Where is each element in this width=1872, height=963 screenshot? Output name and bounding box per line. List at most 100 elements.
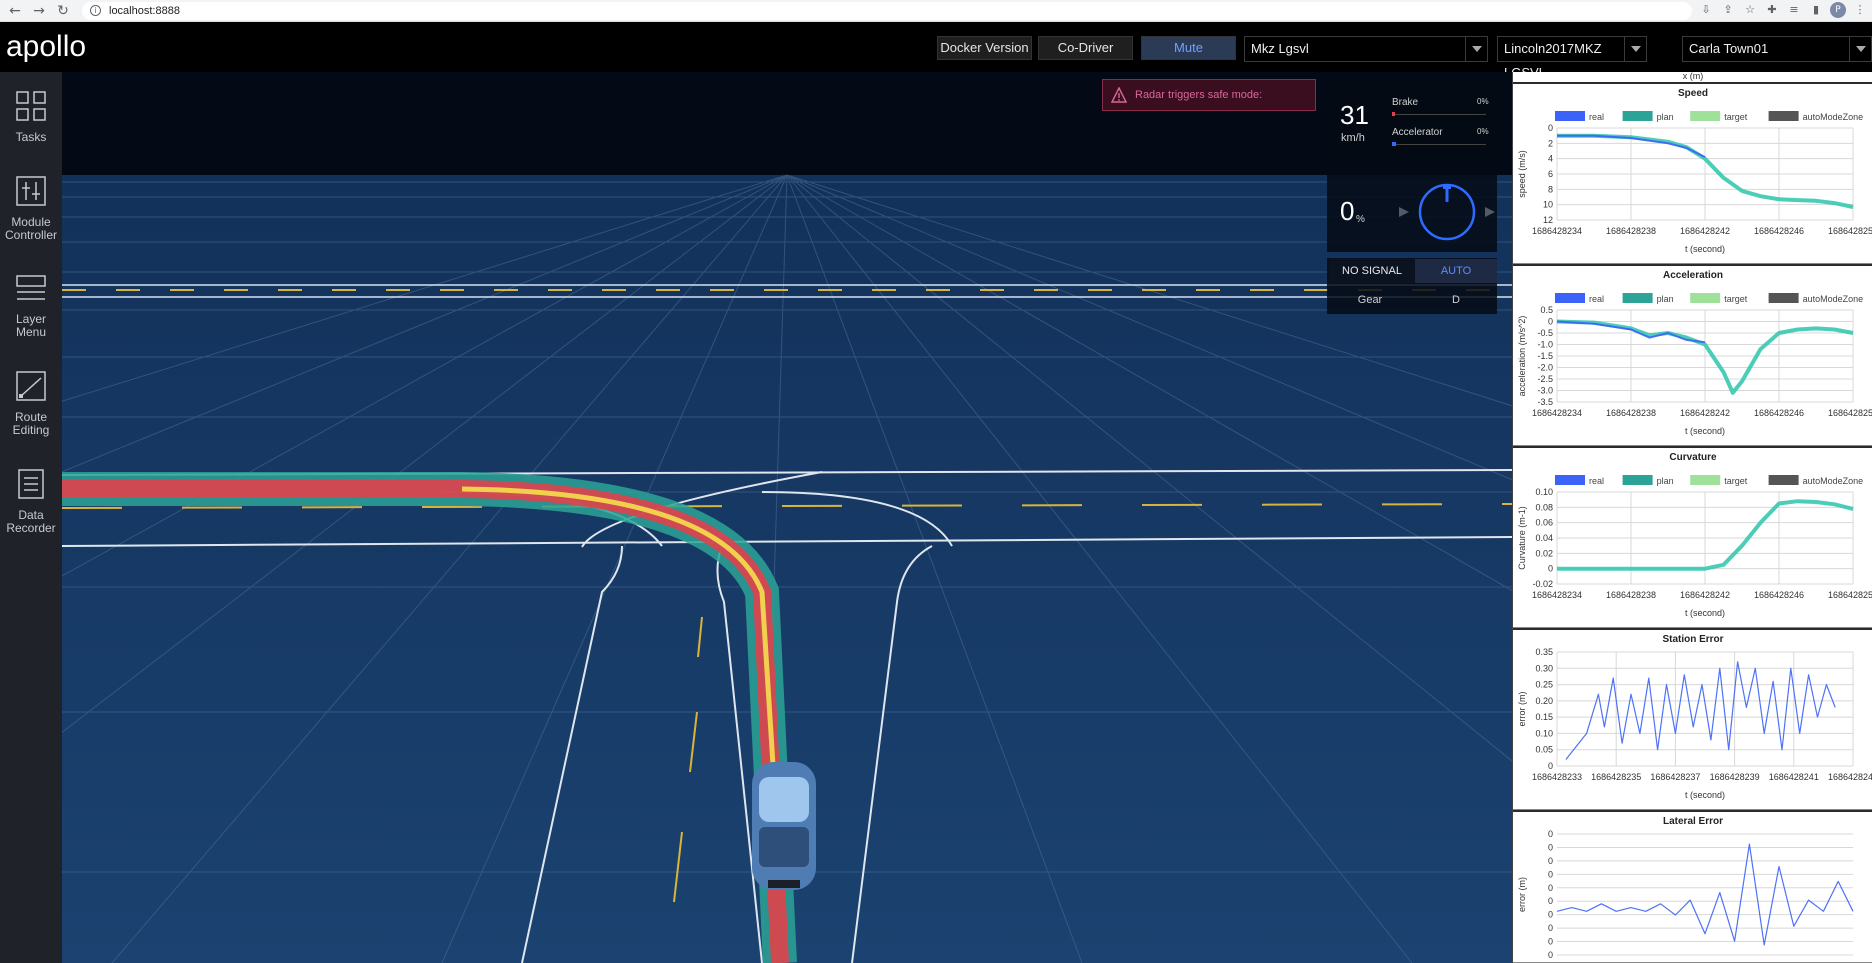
x-tick-label: 1686428234 xyxy=(1532,590,1582,600)
mode-select-value: Mkz Lgsvl xyxy=(1251,41,1309,56)
legend-label: target xyxy=(1724,294,1748,304)
legend-swatch xyxy=(1768,111,1799,121)
y-tick-label: 0.15 xyxy=(1535,712,1553,722)
sidebar: Tasks Module Controller Layer Menu Route… xyxy=(0,72,62,963)
xm-label: x (m) xyxy=(1513,72,1872,82)
x-axis-label: t (second) xyxy=(1685,790,1725,800)
speed-value: 31 xyxy=(1340,100,1369,130)
x-tick-label: 1686428242 xyxy=(1680,590,1730,600)
chevron-down-icon xyxy=(1465,37,1487,61)
x-tick-label: 1686428239 xyxy=(1710,772,1760,782)
sidebar-item-label: Tasks xyxy=(15,130,47,144)
charts-panel[interactable]: x (m) Speed real plan target autoModeZone 0 2 4… xyxy=(1512,72,1872,963)
legend-swatch xyxy=(1768,475,1799,485)
legend-swatch xyxy=(1690,293,1721,303)
x-axis-label: t (second) xyxy=(1685,244,1725,254)
steering-value: 0 xyxy=(1340,196,1355,226)
y-tick-label: 0.08 xyxy=(1535,502,1553,512)
x-tick-label: 1686428242 xyxy=(1680,226,1730,236)
tasks-grid-icon xyxy=(16,91,46,121)
steering-panel: 0 % xyxy=(1327,172,1497,252)
sidebar-item-route-editing[interactable]: Route Editing xyxy=(0,370,62,437)
legend-label: autoModeZone xyxy=(1803,294,1864,304)
star-icon[interactable]: ☆ xyxy=(1742,2,1758,18)
warning-text: Radar triggers safe mode: xyxy=(1135,89,1263,101)
forward-arrow-icon[interactable]: → xyxy=(30,2,48,20)
y-tick-label: 0 xyxy=(1548,829,1553,839)
y-tick-label: -0.5 xyxy=(1537,328,1553,338)
x-tick-label: 1686428235 xyxy=(1591,772,1641,782)
sidebar-item-layer-menu[interactable]: Layer Menu xyxy=(0,272,62,339)
legend-swatch xyxy=(1622,111,1653,121)
y-tick-label: 0 xyxy=(1548,950,1553,960)
reading-list-icon[interactable]: ≡ xyxy=(1786,2,1802,18)
profile-avatar[interactable]: P xyxy=(1830,2,1846,18)
y-tick-label: 10 xyxy=(1543,200,1553,210)
docker-version-button[interactable]: Docker Version xyxy=(937,36,1032,60)
sidebar-item-label: Recorder xyxy=(6,521,56,535)
sidebar-item-label: Editing xyxy=(12,423,50,437)
x-axis-label: t (second) xyxy=(1685,426,1725,436)
document-icon xyxy=(18,469,44,499)
share-icon[interactable]: ⇪ xyxy=(1720,2,1736,18)
y-tick-label: 0 xyxy=(1548,564,1553,574)
x-tick-label: 1686428242 xyxy=(1680,408,1730,418)
y-tick-label: 2 xyxy=(1548,138,1553,148)
info-icon[interactable]: i xyxy=(90,5,101,16)
chart-lateral-error: Lateral Error 0 0 0 0 0 0 0 0 0 0 error (m) xyxy=(1513,812,1872,963)
y-tick-label: 0 xyxy=(1548,317,1553,327)
x-tick-label: 1686428250 xyxy=(1828,590,1872,600)
sidebar-item-label: Controller xyxy=(4,228,58,242)
signal-indicator: NO SIGNAL xyxy=(1329,259,1415,283)
y-tick-label: -2.5 xyxy=(1537,374,1553,384)
route-edit-icon xyxy=(16,371,46,401)
menu-kebab-icon[interactable]: ⋮ xyxy=(1852,2,1868,18)
install-icon[interactable]: ⇩ xyxy=(1698,2,1714,18)
y-tick-label: 0.25 xyxy=(1535,680,1553,690)
vehicle-select[interactable]: Lincoln2017MKZ LGSVL xyxy=(1497,36,1647,80)
url-text: localhost:8888 xyxy=(109,4,180,17)
back-arrow-icon[interactable]: ← xyxy=(6,2,24,20)
y-tick-label: 0.10 xyxy=(1535,728,1553,738)
legend-label: autoModeZone xyxy=(1803,112,1864,122)
reload-icon[interactable]: ↻ xyxy=(54,2,72,20)
apollo-logo: apollo xyxy=(6,30,87,63)
co-driver-button[interactable]: Co-Driver xyxy=(1038,36,1133,60)
y-tick-label: 0.02 xyxy=(1535,548,1553,558)
x-axis-label: t (second) xyxy=(1685,608,1725,618)
sidebar-item-tasks[interactable]: Tasks xyxy=(0,90,62,144)
accelerator-label: Accelerator xyxy=(1392,127,1443,138)
chart-curvature: Curvature real plan target autoModeZone 0.10 0… xyxy=(1513,448,1872,628)
scene-3d-view[interactable] xyxy=(62,72,1512,963)
y-tick-label: 8 xyxy=(1548,184,1553,194)
side-panel-icon[interactable]: ▮ xyxy=(1808,2,1824,18)
sidebar-item-data-recorder[interactable]: Data Recorder xyxy=(0,468,62,535)
y-tick-label: 4 xyxy=(1548,154,1553,164)
y-tick-label: 0 xyxy=(1548,937,1553,947)
legend-label: plan xyxy=(1657,112,1674,122)
mute-button[interactable]: Mute xyxy=(1141,36,1236,60)
y-axis-label: Curvature (m-1) xyxy=(1517,506,1527,570)
y-tick-label: -3.5 xyxy=(1537,397,1553,407)
brake-value: 0% xyxy=(1477,97,1489,106)
y-tick-label: 0 xyxy=(1548,842,1553,852)
address-bar[interactable]: i localhost:8888 xyxy=(82,1,1692,20)
x-tick-label: 1686428250 xyxy=(1828,226,1872,236)
y-tick-label: 0.5 xyxy=(1540,305,1553,315)
extensions-icon[interactable]: ✚ xyxy=(1764,2,1780,18)
x-tick-label: 1686428234 xyxy=(1532,408,1582,418)
x-tick-label: 1686428237 xyxy=(1650,772,1700,782)
turn-left-arrow-icon xyxy=(1399,207,1409,217)
accelerator-bar xyxy=(1392,144,1486,145)
gear-value: D xyxy=(1452,294,1460,306)
x-tick-label: 1686428233 xyxy=(1532,772,1582,782)
y-axis-label: acceleration (m/s^2) xyxy=(1517,316,1527,397)
y-tick-label: 6 xyxy=(1548,169,1553,179)
app-header: apollo Docker Version Co-Driver Mute Mkz… xyxy=(0,22,1872,80)
map-select[interactable]: Carla Town01 xyxy=(1682,36,1872,62)
legend-label: plan xyxy=(1657,294,1674,304)
ego-vehicle xyxy=(752,762,816,890)
mode-select[interactable]: Mkz Lgsvl xyxy=(1244,36,1488,62)
y-tick-label: 0 xyxy=(1548,896,1553,906)
sidebar-item-module-controller[interactable]: Module Controller xyxy=(0,175,62,242)
